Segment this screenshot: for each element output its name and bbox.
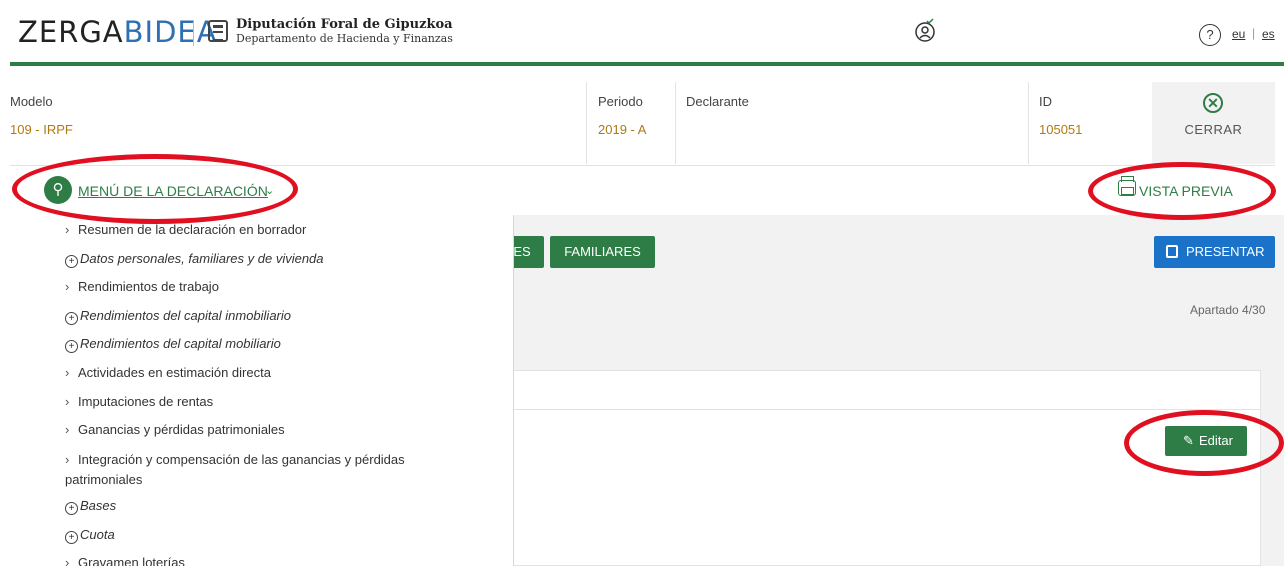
period-label: Periodo — [598, 94, 643, 109]
menu-item[interactable]: › Rendimientos de trabajo — [65, 279, 219, 294]
coat-of-arms-icon — [208, 20, 228, 42]
period-value: 2019 - A — [598, 122, 647, 137]
section-card — [510, 370, 1261, 566]
menu-item-label: Integración y compensación de las gananc… — [65, 452, 405, 487]
logo-text-main: ZERGA — [18, 15, 124, 49]
chevron-right-icon: › — [65, 222, 70, 237]
menu-item[interactable]: › Imputaciones de rentas — [65, 394, 213, 409]
menu-item[interactable]: + Rendimientos del capital mobiliario — [65, 336, 281, 353]
period-cell: Periodo 2019 - A — [598, 82, 674, 164]
card-header-divider — [511, 409, 1260, 410]
menu-item-label: Ganancias y pérdidas patrimoniales — [78, 422, 285, 437]
menu-item-label: Cuota — [80, 527, 115, 542]
chevron-right-icon: › — [65, 422, 70, 437]
annotation-circle-preview — [1088, 162, 1276, 220]
menu-item-label: Gravamen loterías — [78, 555, 185, 566]
menu-item[interactable]: › Gravamen loterías — [65, 555, 185, 566]
menu-item-label: Datos personales, familiares y de vivien… — [80, 251, 324, 266]
plus-circle-icon: + — [65, 312, 78, 325]
menu-item[interactable]: › Integración y compensación de las ganan… — [65, 450, 435, 490]
user-circle-icon[interactable] — [912, 18, 938, 44]
header-green-rule — [10, 62, 1284, 66]
section-counter: Apartado 4/30 — [1190, 303, 1266, 317]
menu-item[interactable]: + Cuota — [65, 527, 115, 544]
menu-item[interactable]: › Ganancias y pérdidas patrimoniales — [65, 422, 285, 437]
chevron-right-icon: › — [65, 279, 70, 294]
close-label: CERRAR — [1184, 122, 1243, 137]
cell-divider — [586, 82, 587, 164]
menu-item-label: Rendimientos del capital mobiliario — [80, 336, 281, 351]
menu-item[interactable]: + Datos personales, familiares y de vivie… — [65, 251, 324, 268]
org-name: Diputación Foral de Gipuzkoa — [236, 17, 453, 32]
annotation-circle-menu — [12, 154, 298, 224]
menu-item[interactable]: › Actividades en estimación directa — [65, 365, 271, 380]
id-label: ID — [1039, 94, 1052, 109]
coat-of-arms-icon — [1166, 245, 1178, 258]
declaration-info-row: Modelo 109 - IRPF Periodo 2019 - A Decla… — [10, 82, 1275, 166]
cell-divider — [675, 82, 676, 164]
plus-circle-icon: + — [65, 340, 78, 353]
chevron-right-icon: › — [65, 555, 70, 566]
present-button[interactable]: PRESENTAR — [1154, 236, 1275, 268]
close-circle-icon: ✕ — [1203, 93, 1223, 113]
declarant-label: Declarante — [686, 94, 749, 109]
menu-item-label: Actividades en estimación directa — [78, 365, 271, 380]
lang-eu-link[interactable]: eu — [1232, 27, 1245, 41]
menu-item-label: Imputaciones de rentas — [78, 394, 214, 409]
menu-item[interactable]: + Rendimientos del capital inmobiliario — [65, 308, 291, 325]
tab-familiares[interactable]: FAMILIARES — [550, 236, 655, 268]
model-value: 109 - IRPF — [10, 122, 73, 137]
help-icon[interactable]: ? — [1199, 24, 1221, 46]
plus-circle-icon: + — [65, 255, 78, 268]
lang-es-link[interactable]: es — [1262, 27, 1275, 41]
cell-divider — [1028, 82, 1029, 164]
menu-item[interactable]: › Resumen de la declaración en borrador — [65, 222, 306, 237]
model-label: Modelo — [10, 94, 53, 109]
menu-item-label: Bases — [80, 498, 117, 513]
plus-circle-icon: + — [65, 531, 78, 544]
present-label: PRESENTAR — [1186, 244, 1265, 259]
top-header: ZERGABIDEA Diputación Foral de Gipuzkoa … — [0, 0, 1284, 62]
menu-item[interactable]: + Bases — [65, 498, 116, 515]
declarant-cell: Declarante — [686, 82, 1026, 164]
chevron-right-icon: › — [65, 452, 70, 467]
id-value: 105051 — [1039, 122, 1083, 137]
menu-item-label: Resumen de la declaración en borrador — [78, 222, 307, 237]
org-department: Departamento de Hacienda y Finanzas — [236, 32, 453, 45]
header-divider — [193, 20, 194, 46]
chevron-right-icon: › — [65, 365, 70, 380]
model-cell: Modelo 109 - IRPF — [10, 82, 586, 164]
annotation-circle-edit — [1124, 410, 1284, 476]
zergabidea-logo[interactable]: ZERGABIDEA — [18, 16, 218, 48]
chevron-right-icon: › — [65, 394, 70, 409]
menu-item-label: Rendimientos de trabajo — [78, 279, 219, 294]
menu-item-label: Rendimientos del capital inmobiliario — [80, 308, 291, 323]
logo-text-accent: BIDEA — [123, 15, 218, 49]
id-cell: ID 105051 — [1039, 82, 1149, 164]
lang-separator: | — [1252, 26, 1256, 40]
plus-circle-icon: + — [65, 502, 78, 515]
close-declaration-button[interactable]: ✕ CERRAR — [1152, 82, 1275, 164]
